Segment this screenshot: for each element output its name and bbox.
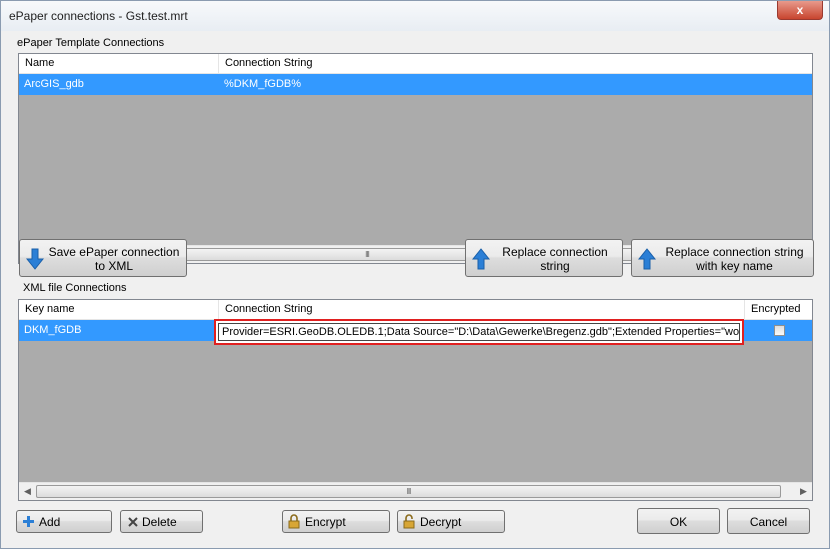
epaper-connections-dialog: ePaper connections - Gst.test.mrt x ePap…: [0, 0, 830, 549]
close-button[interactable]: x: [777, 1, 823, 20]
delete-button[interactable]: Delete: [120, 510, 203, 533]
xml-group-label: XML file Connections: [23, 282, 127, 294]
cancel-button-label: Cancel: [749, 515, 788, 529]
encrypt-button[interactable]: Encrypt: [282, 510, 390, 533]
window-title: ePaper connections - Gst.test.mrt: [9, 9, 188, 23]
arrow-down-icon: [26, 248, 44, 270]
cancel-button[interactable]: Cancel: [727, 508, 810, 534]
column-header-encrypted[interactable]: Encrypted: [745, 300, 812, 319]
save-button-label-line1: Save ePaper connection: [48, 245, 180, 259]
ok-button-label: OK: [669, 515, 688, 529]
decrypt-button-label: Decrypt: [420, 515, 462, 529]
replace-key-button-label-line1: Replace connection string: [665, 245, 804, 259]
save-epaper-connection-button[interactable]: Save ePaper connection to XML: [19, 239, 187, 277]
column-header-key-name[interactable]: Key name: [19, 300, 219, 319]
add-button-label: Add: [39, 515, 61, 529]
table-row[interactable]: ArcGIS_gdb %DKM_fGDB%: [19, 74, 812, 95]
arrow-up-icon: [638, 248, 656, 270]
delete-button-label: Delete: [142, 515, 177, 529]
encrypt-button-label: Encrypt: [305, 515, 346, 529]
replace-key-button-label-line2: with key name: [696, 259, 773, 273]
column-header-connection-string[interactable]: Connection String: [219, 54, 812, 73]
encrypted-checkbox[interactable]: [774, 325, 785, 336]
template-connections-grid[interactable]: Name Connection String ArcGIS_gdb %DKM_f…: [18, 53, 813, 264]
xml-horizontal-scrollbar[interactable]: ◀ III ▶: [19, 482, 812, 500]
row-key-cell[interactable]: DKM_fGDB: [19, 320, 219, 341]
xml-grid-header: Key name Connection String Encrypted: [19, 300, 812, 320]
replace-button-label-line2: string: [540, 259, 570, 273]
delete-x-icon: [128, 517, 138, 527]
template-grid-header: Name Connection String: [19, 54, 812, 74]
scroll-left-icon[interactable]: ◀: [19, 483, 36, 500]
template-group-label: ePaper Template Connections: [17, 37, 165, 49]
arrow-up-icon: [472, 248, 490, 270]
lock-open-icon: [403, 514, 415, 529]
row-name-cell[interactable]: ArcGIS_gdb: [19, 74, 219, 95]
replace-connection-string-button[interactable]: Replace connection string: [465, 239, 623, 277]
replace-with-key-name-button[interactable]: Replace connection string with key name: [631, 239, 814, 277]
decrypt-button[interactable]: Decrypt: [397, 510, 505, 533]
replace-button-label-line1: Replace connection: [502, 245, 608, 259]
plus-icon: [23, 516, 34, 527]
connection-string-editor-highlight: Provider=ESRI.GeoDB.OLEDB.1;Data Source=…: [214, 319, 744, 345]
column-header-connection-string[interactable]: Connection String: [219, 300, 745, 319]
save-button-label-line2: to XML: [94, 259, 133, 273]
scroll-right-icon[interactable]: ▶: [795, 483, 812, 500]
row-connection-cell[interactable]: %DKM_fGDB%: [219, 74, 619, 95]
title-bar: ePaper connections - Gst.test.mrt x: [1, 1, 829, 31]
add-button[interactable]: Add: [16, 510, 112, 533]
lock-closed-icon: [288, 514, 300, 529]
ok-button[interactable]: OK: [637, 508, 720, 534]
column-header-name[interactable]: Name: [19, 54, 219, 73]
connection-string-input[interactable]: Provider=ESRI.GeoDB.OLEDB.1;Data Source=…: [218, 323, 740, 341]
dialog-client-area: ePaper Template Connections Name Connect…: [7, 31, 823, 542]
scroll-thumb[interactable]: III: [36, 485, 781, 498]
